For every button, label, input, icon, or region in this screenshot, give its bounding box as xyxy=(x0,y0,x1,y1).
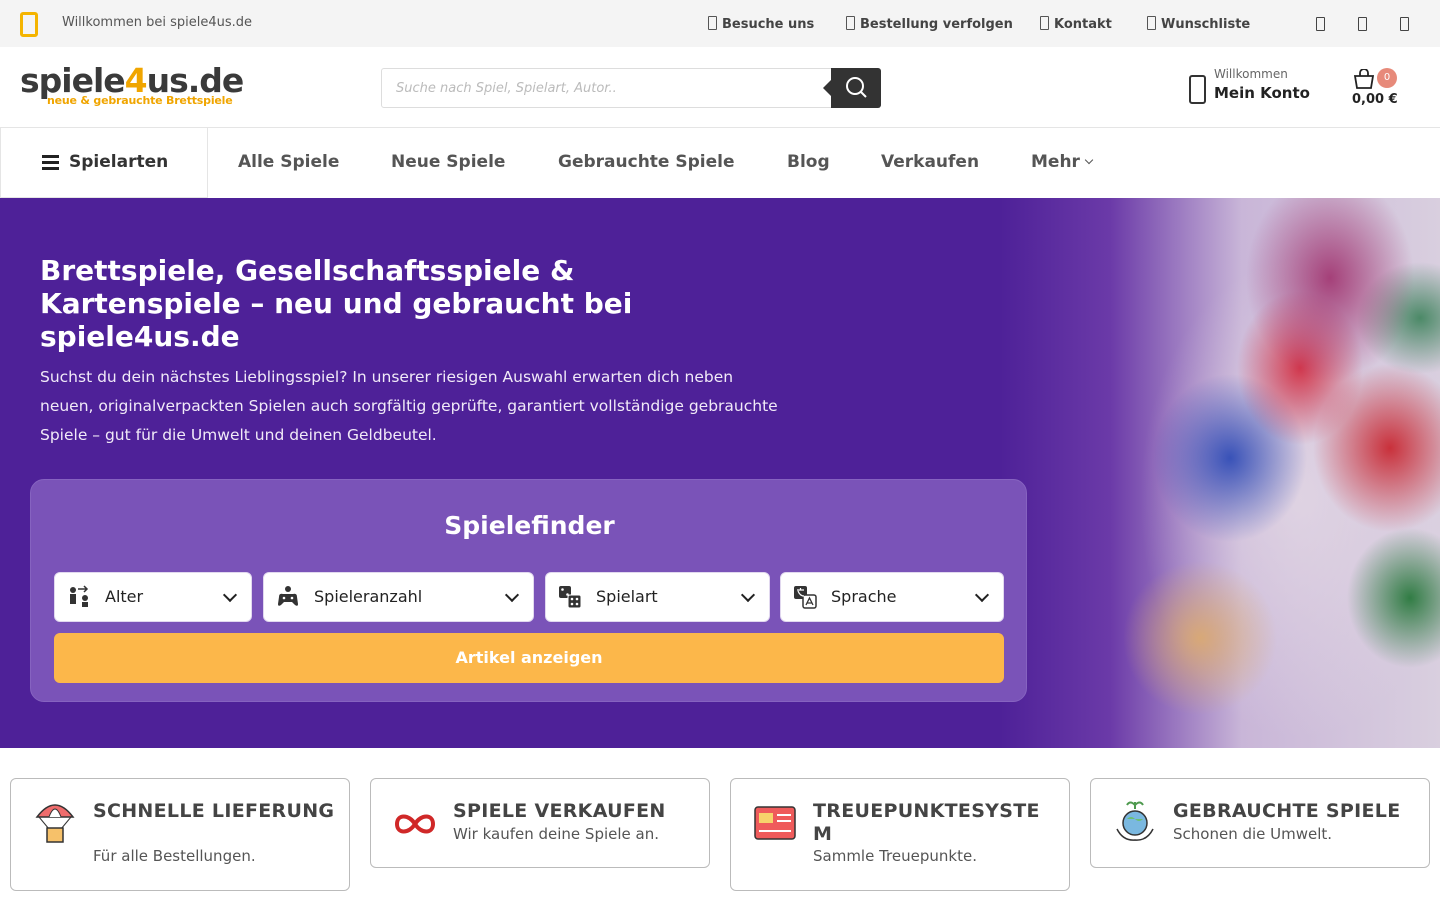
age-select[interactable]: Alter xyxy=(54,572,252,622)
search-input[interactable] xyxy=(382,69,834,107)
account-greeting: Willkommen xyxy=(1214,67,1288,81)
location-icon xyxy=(708,16,717,30)
mail-icon xyxy=(1040,16,1049,30)
feature-title: SCHNELLE LIEFERUNG xyxy=(93,800,335,822)
instagram-icon[interactable] xyxy=(1358,17,1367,31)
player-count-select[interactable]: Spieleranzahl xyxy=(263,572,534,622)
heart-icon xyxy=(1147,16,1156,30)
welcome-text: Willkommen bei spiele4us.de xyxy=(62,15,253,30)
feature-subtitle: Schonen die Umwelt. xyxy=(1173,825,1333,843)
cart-total[interactable]: 0,00 € xyxy=(1352,92,1398,107)
menu-icon xyxy=(42,155,59,170)
truck-icon xyxy=(846,16,855,30)
feature-title: SPIELE VERKAUFEN xyxy=(453,800,666,822)
finder-title: Spielefinder xyxy=(444,511,615,540)
facebook-icon[interactable] xyxy=(1316,17,1325,31)
nav-new-games[interactable]: Neue Spiele xyxy=(391,152,505,172)
site-header: spiele4us.de neue & gebrauchte Brettspie… xyxy=(0,47,1440,128)
search-icon xyxy=(846,77,867,98)
logo-tagline: neue & gebrauchte Brettspiele xyxy=(47,94,233,107)
nav-all-games[interactable]: Alle Spiele xyxy=(238,152,339,172)
feature-subtitle: Wir kaufen deine Spiele an. xyxy=(453,825,660,843)
feature-sell-games: SPIELE VERKAUFEN Wir kaufen deine Spiele… xyxy=(370,778,710,868)
main-nav: Spielarten Alle Spiele Neue Spiele Gebra… xyxy=(0,128,1440,198)
game-finder: Spielefinder Alter Spieleranzahl Spielar… xyxy=(30,479,1027,702)
my-account-link[interactable]: Mein Konto xyxy=(1214,84,1310,102)
feature-title: TREUEPUNKTESYSTE M xyxy=(813,800,1040,845)
loyalty-card-icon xyxy=(754,806,796,840)
feature-title: GEBRAUCHTE SPIELE xyxy=(1173,800,1401,822)
youtube-icon[interactable] xyxy=(1400,17,1409,31)
feature-fast-delivery: SCHNELLE LIEFERUNG Für alle Bestellungen… xyxy=(10,778,350,891)
nav-blog[interactable]: Blog xyxy=(787,152,830,172)
feature-used-games: GEBRAUCHTE SPIELE Schonen die Umwelt. xyxy=(1090,778,1430,868)
meeples-photo xyxy=(1000,198,1440,748)
account-icon[interactable] xyxy=(1189,75,1206,104)
translate-icon xyxy=(794,586,817,609)
visit-us-link[interactable]: Besuche uns xyxy=(708,16,814,32)
hero-text: Suchst du dein nächstes Lieblingsspiel? … xyxy=(40,368,778,444)
track-order-link[interactable]: Bestellung verfolgen xyxy=(846,16,1013,32)
feature-loyalty: TREUEPUNKTESYSTE M Sammle Treuepunkte. xyxy=(730,778,1070,891)
nav-sell[interactable]: Verkaufen xyxy=(881,152,979,172)
chevron-down-icon xyxy=(1084,155,1094,165)
phone-icon xyxy=(20,12,38,37)
nav-more[interactable]: Mehr xyxy=(1031,152,1094,172)
chevron-down-icon xyxy=(740,587,756,603)
hero-banner: Brettspiele, Gesellschaftsspiele & Karte… xyxy=(0,198,1440,748)
search-button[interactable] xyxy=(823,68,881,108)
search-bar xyxy=(381,68,881,108)
game-type-select[interactable]: Spielart xyxy=(545,572,770,622)
parachute-box-icon xyxy=(35,804,75,843)
feature-subtitle: Für alle Bestellungen. xyxy=(93,847,256,865)
contact-link[interactable]: Kontakt xyxy=(1040,16,1112,32)
infinity-icon xyxy=(394,814,436,834)
eco-globe-icon xyxy=(1116,801,1154,841)
age-icon xyxy=(70,585,89,607)
chevron-down-icon xyxy=(974,587,990,603)
top-bar: Willkommen bei spiele4us.de Besuche uns … xyxy=(0,0,1440,47)
feature-subtitle: Sammle Treuepunkte. xyxy=(813,847,977,865)
chevron-down-icon xyxy=(222,587,238,603)
cart-icon[interactable] xyxy=(1353,69,1375,89)
nav-used-games[interactable]: Gebrauchte Spiele xyxy=(558,152,735,172)
wishlist-link[interactable]: Wunschliste xyxy=(1147,16,1250,32)
dice-icon xyxy=(559,586,582,609)
gamepad-icon xyxy=(278,586,298,606)
cart-count-badge: 0 xyxy=(1377,68,1397,88)
language-select[interactable]: Sprache xyxy=(780,572,1004,622)
categories-menu-button[interactable]: Spielarten xyxy=(0,128,208,198)
chevron-down-icon xyxy=(504,587,520,603)
hero-title: Brettspiele, Gesellschaftsspiele & Karte… xyxy=(40,254,633,353)
show-items-button[interactable]: Artikel anzeigen xyxy=(54,633,1004,683)
